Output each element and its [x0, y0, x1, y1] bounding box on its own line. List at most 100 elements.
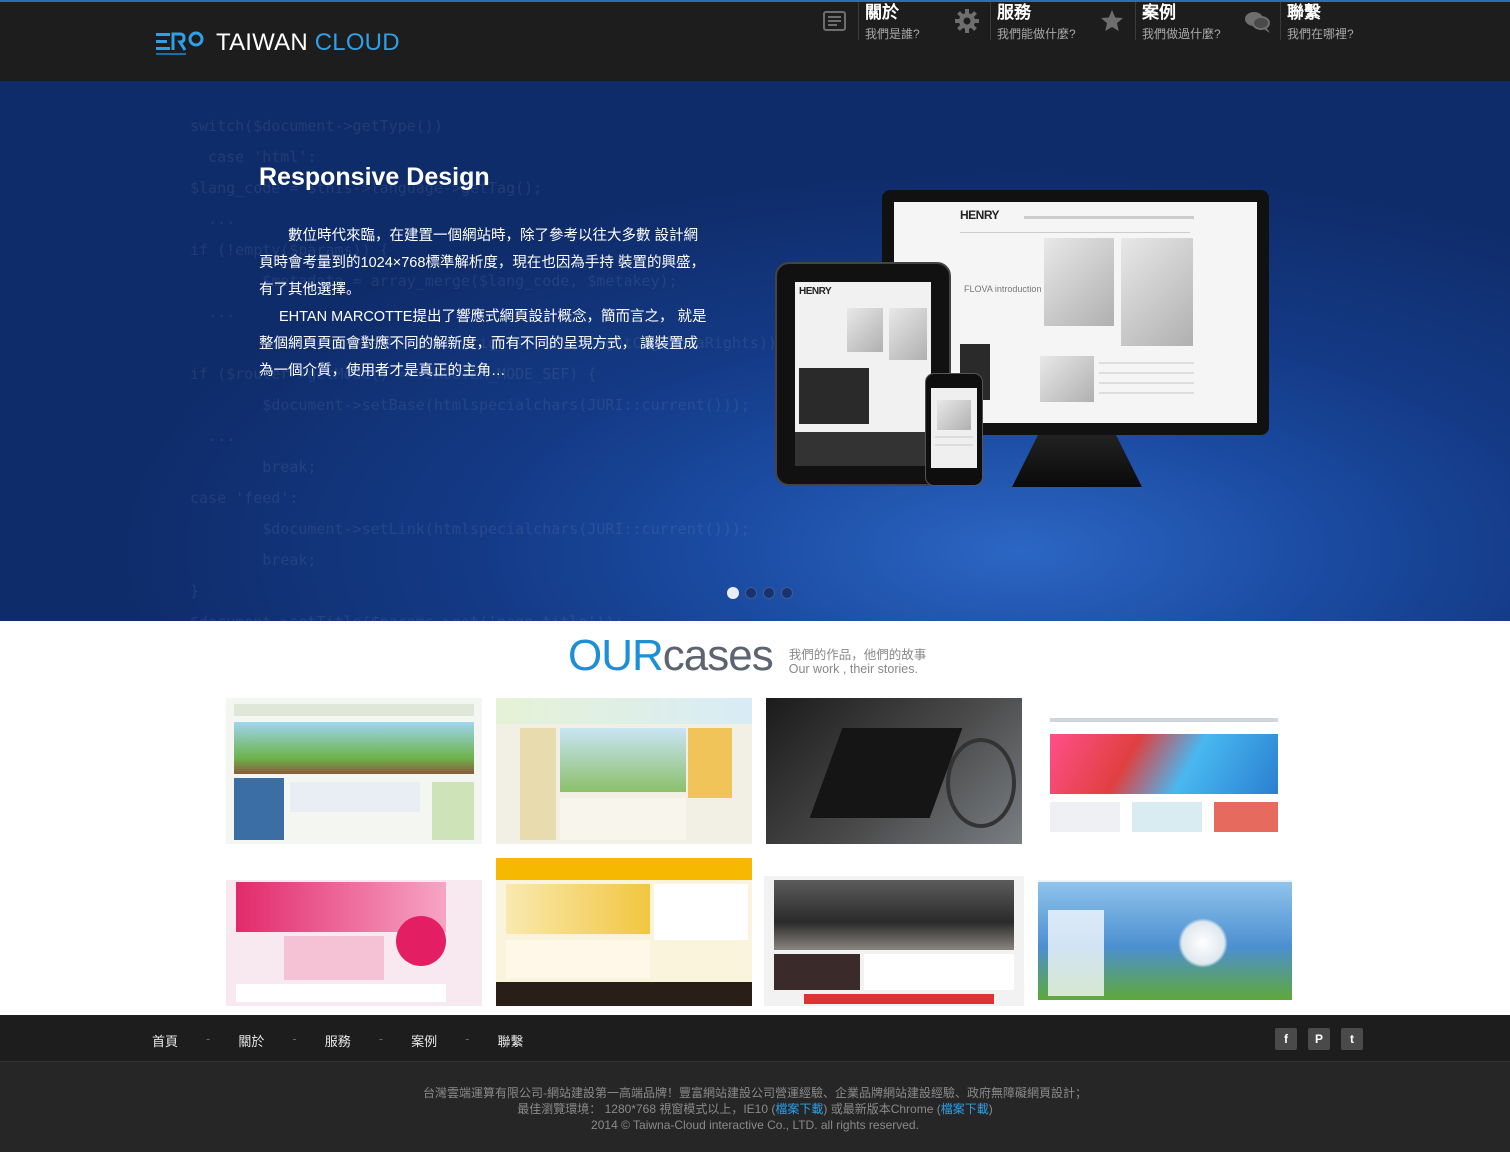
mini-row	[935, 444, 973, 446]
cases-grid	[226, 698, 1292, 1006]
monitor-label: FLOVA introduction	[964, 284, 1042, 294]
thumb-content	[1132, 802, 1202, 832]
footer-nav: 首頁 - 關於 - 服務 - 案例 - 聯繫 f P t	[0, 1015, 1510, 1062]
nav-contact-text: 聯繫 我們在哪裡?	[1287, 2, 1354, 42]
thumb-wheel	[946, 738, 1016, 828]
case-thumbnail[interactable]	[496, 698, 752, 844]
hero-title: Responsive Design	[259, 163, 490, 191]
nav-cases-title: 案例	[1142, 3, 1176, 22]
nav-contact-sub: 我們在哪裡?	[1287, 27, 1354, 41]
mini-row	[1099, 382, 1194, 384]
thumb-header	[764, 856, 1024, 876]
mini-row	[935, 436, 973, 438]
document-icon	[823, 11, 846, 31]
thumb-aside	[432, 782, 474, 840]
ergo-logo-icon	[156, 31, 204, 55]
nav-cases-text: 案例 我們做過什麼?	[1142, 2, 1221, 42]
thumb-promo	[804, 994, 994, 1004]
browser-text-2: ) 或最新版本Chrome (	[823, 1102, 941, 1116]
site-logo[interactable]: TAIWAN CLOUD	[156, 28, 400, 58]
thumb-sidebar	[520, 728, 556, 840]
facebook-icon[interactable]: f	[1275, 1028, 1297, 1050]
hero-slider: switch($document->getType()) case 'html'…	[0, 81, 1510, 621]
copyright-text: 2014 © Taiwna-Cloud interactive Co., LTD…	[591, 1118, 919, 1132]
thumb-dandelion	[1178, 918, 1228, 968]
thumb-content	[654, 884, 748, 940]
thumb-banner	[774, 880, 1014, 950]
nav-divider	[1280, 2, 1281, 40]
nav-services[interactable]: 服務 我們能做什麼?	[952, 2, 1076, 46]
thumb-ad	[688, 728, 732, 798]
hero-paragraph-2: EHTAN MARCOTTE提出了響應式網頁設計概念，簡而言之， 就是整個網頁頁…	[259, 309, 707, 379]
logo-word-taiwan: TAIWAN	[216, 29, 308, 56]
nav-about[interactable]: 關於 我們是誰?	[820, 2, 920, 46]
case-thumbnail[interactable]	[226, 698, 482, 844]
twitter-icon[interactable]: t	[1341, 1028, 1363, 1050]
footer-link-about[interactable]: 關於	[238, 1031, 264, 1050]
nav-services-title: 服務	[997, 3, 1031, 22]
footer-link-home[interactable]: 首頁	[152, 1031, 178, 1050]
footer-link-cases[interactable]: 案例	[411, 1031, 437, 1050]
thumb-image	[774, 954, 860, 990]
thumb-header	[496, 858, 752, 880]
mini-rule	[960, 232, 1190, 233]
product-image	[1121, 238, 1193, 346]
thumb-content	[560, 798, 686, 840]
slider-dot-1[interactable]	[727, 587, 739, 599]
thumb-header	[234, 704, 474, 716]
gear-icon	[955, 9, 979, 33]
thumb-banner	[234, 722, 474, 774]
mini-row	[1099, 362, 1194, 364]
nav-cases[interactable]: 案例 我們做過什麼?	[1097, 2, 1221, 46]
nav-services-sub: 我們能做什麼?	[997, 27, 1076, 41]
nav-divider	[1135, 2, 1136, 40]
product-image	[847, 308, 883, 352]
footer-divider: -	[206, 1031, 211, 1046]
phone-illustration	[925, 373, 983, 486]
thumb-content	[1214, 802, 1278, 832]
nav-about-sub: 我們是誰?	[865, 27, 920, 41]
nav-about-title: 關於	[865, 3, 899, 22]
case-thumbnail[interactable]	[764, 856, 1024, 1006]
browser-text-1: 最佳瀏覽環境： 1280*768 視窗模式以上，IE10 (	[517, 1102, 776, 1116]
pinterest-icon[interactable]: P	[1308, 1028, 1330, 1050]
thumb-banner	[506, 884, 650, 934]
case-thumbnail[interactable]	[1036, 698, 1292, 844]
footer-divider: -	[292, 1031, 297, 1046]
logo-word-cloud: CLOUD	[314, 29, 400, 56]
phone-screen	[931, 388, 977, 468]
nav-services-text: 服務 我們能做什麼?	[997, 2, 1076, 42]
copyright-area: 台灣雲端運算有限公司-網站建設第一高端品牌！豐富網站建設公司營運經驗、企業品牌網…	[0, 1062, 1510, 1152]
product-image	[1044, 238, 1114, 326]
footer-link-contact[interactable]: 聯繫	[497, 1031, 523, 1050]
thumb-promo	[284, 936, 384, 980]
cases-subtitle: 我們的作品，他們的故事 Our work , their stories.	[789, 648, 927, 676]
nav-about-text: 關於 我們是誰?	[865, 2, 920, 42]
slider-dots	[727, 587, 793, 599]
case-thumbnail[interactable]	[1038, 858, 1292, 1000]
dark-block	[799, 368, 869, 424]
nav-divider	[858, 2, 859, 40]
thumb-content	[1050, 802, 1120, 832]
slider-dot-4[interactable]	[781, 587, 793, 599]
footer-links: 首頁 - 關於 - 服務 - 案例 - 聯繫	[152, 1031, 523, 1050]
nav-contact[interactable]: 聯繫 我們在哪裡?	[1242, 2, 1354, 46]
thumb-header	[496, 698, 752, 724]
product-image	[1040, 356, 1094, 402]
case-thumbnail[interactable]	[766, 698, 1022, 844]
slider-dot-2[interactable]	[745, 587, 757, 599]
henry-logo: HENRY	[960, 208, 1000, 222]
footer-divider: -	[378, 1031, 384, 1046]
henry-logo: HENRY	[799, 286, 832, 297]
footer-link-services[interactable]: 服務	[325, 1031, 351, 1050]
slider-dot-3[interactable]	[763, 587, 775, 599]
monitor-stand	[1012, 435, 1142, 487]
cases-heading: OURcases 我們的作品，他們的故事 Our work , their st…	[568, 632, 926, 680]
chrome-download-link[interactable]: 檔案下載	[941, 1102, 989, 1116]
case-thumbnail[interactable]	[226, 858, 482, 1006]
cases-subtitle-en: Our work , their stories.	[788, 662, 918, 676]
ie-download-link[interactable]: 檔案下載	[775, 1102, 823, 1116]
thumb-banner	[560, 728, 686, 792]
case-thumbnail[interactable]	[496, 858, 752, 1006]
thumb-menu	[1048, 910, 1104, 996]
